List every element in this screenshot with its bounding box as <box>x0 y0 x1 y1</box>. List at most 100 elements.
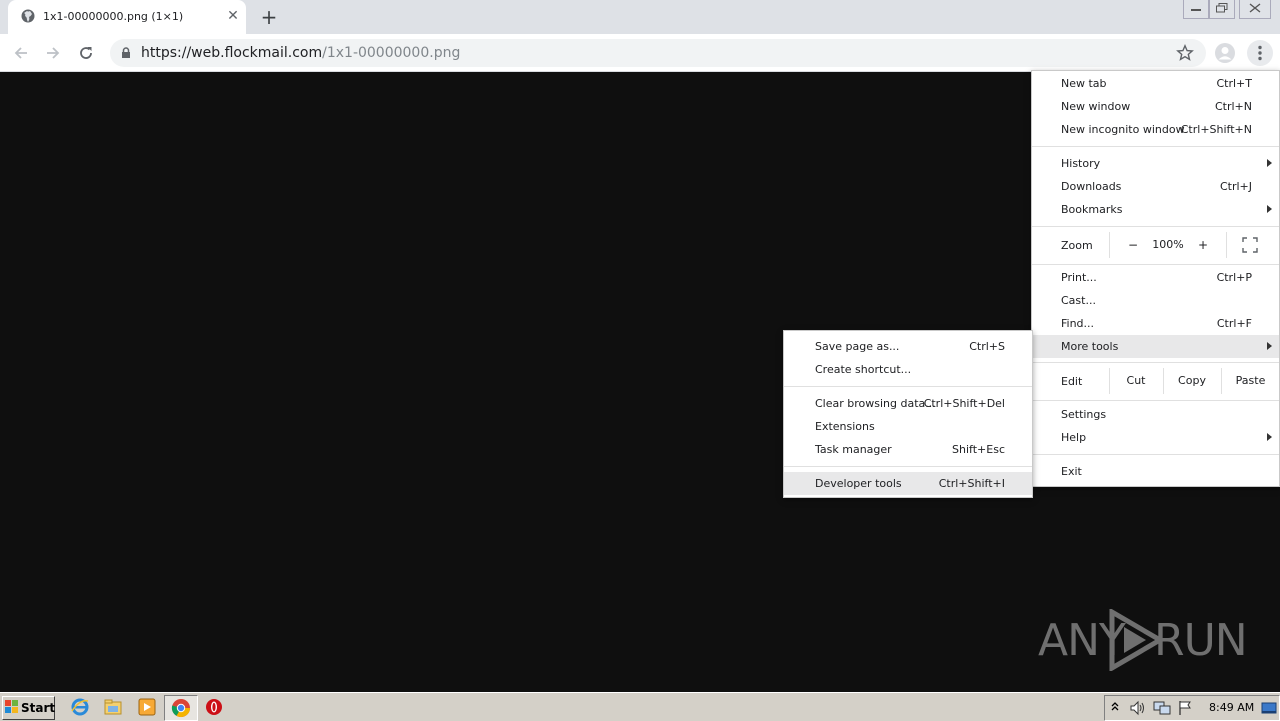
submenu-item-label: Clear browsing data... <box>815 397 936 410</box>
address-bar[interactable]: https://web.flockmail.com/1x1-00000000.p… <box>110 39 1206 67</box>
zoom-label: Zoom <box>1061 239 1093 252</box>
profile-avatar-icon[interactable] <box>1214 42 1236 64</box>
menu-separator <box>1032 400 1279 401</box>
menu-item-label: Settings <box>1061 408 1107 421</box>
menu-item-new-window[interactable]: New window Ctrl+N <box>1032 95 1279 118</box>
menu-item-label: New window <box>1061 100 1131 113</box>
menu-item-label: Downloads <box>1061 180 1122 193</box>
menu-item-new-incognito-window[interactable]: New incognito window Ctrl+Shift+N <box>1032 118 1279 141</box>
internet-explorer-icon[interactable] <box>70 697 90 717</box>
menu-item-shortcut: Ctrl+N <box>1214 100 1252 113</box>
submenu-item-label: Save page as... <box>815 340 900 353</box>
action-center-flag-icon[interactable] <box>1177 700 1193 716</box>
submenu-item-shortcut: Ctrl+Shift+I <box>938 477 1005 490</box>
menu-item-shortcut: Ctrl+F <box>1216 317 1252 330</box>
menu-item-help[interactable]: Help <box>1032 426 1279 449</box>
system-tray: 8:49 AM <box>1104 695 1280 721</box>
submenu-item-shortcut: Shift+Esc <box>952 443 1005 456</box>
menu-item-more-tools[interactable]: More tools <box>1032 335 1279 358</box>
menu-separator <box>1032 146 1279 147</box>
submenu-item-label: Task manager <box>815 443 892 456</box>
zoom-divider <box>1226 232 1227 258</box>
zoom-level: 100% <box>1152 238 1184 251</box>
network-icon[interactable] <box>1153 700 1171 716</box>
show-desktop-icon[interactable] <box>1261 700 1277 716</box>
zoom-divider <box>1109 232 1110 258</box>
file-explorer-icon[interactable] <box>103 697 123 717</box>
menu-separator <box>1032 362 1279 363</box>
reload-icon[interactable] <box>75 42 97 64</box>
menu-item-shortcut: Ctrl+T <box>1216 77 1252 90</box>
close-icon <box>1249 3 1261 13</box>
chrome-icon <box>171 699 190 718</box>
submenu-item-developer-tools[interactable]: Developer tools Ctrl+Shift+I <box>784 472 1032 495</box>
zoom-in-button[interactable]: + <box>1195 236 1211 254</box>
menu-item-cast[interactable]: Cast... <box>1032 289 1279 312</box>
paste-button[interactable]: Paste <box>1222 368 1279 394</box>
opera-icon[interactable] <box>204 697 224 717</box>
menu-item-shortcut: Ctrl+P <box>1216 271 1252 284</box>
menu-item-label: New tab <box>1061 77 1107 90</box>
taskbar-clock[interactable]: 8:49 AM <box>1209 701 1254 714</box>
restore-button[interactable] <box>1209 0 1235 19</box>
submenu-item-task-manager[interactable]: Task manager Shift+Esc <box>784 438 1032 461</box>
menu-item-bookmarks[interactable]: Bookmarks <box>1032 198 1279 221</box>
more-tools-submenu: Save page as... Ctrl+S Create shortcut..… <box>783 330 1033 498</box>
menu-item-label: Cast... <box>1061 294 1096 307</box>
media-player-icon[interactable] <box>137 697 157 717</box>
submenu-arrow-icon <box>1267 159 1272 167</box>
menu-item-label: Print... <box>1061 271 1097 284</box>
windows-taskbar: Start 8:49 AM <box>0 692 1280 721</box>
cut-button[interactable]: Cut <box>1110 368 1162 394</box>
start-button[interactable]: Start <box>2 696 55 720</box>
chrome-taskbar-button[interactable] <box>164 695 198 721</box>
submenu-item-save-page-as[interactable]: Save page as... Ctrl+S <box>784 335 1032 358</box>
close-tab-icon[interactable]: ✕ <box>225 8 241 24</box>
menu-item-label: History <box>1061 157 1101 170</box>
menu-item-label: More tools <box>1061 340 1119 353</box>
submenu-item-shortcut: Ctrl+S <box>969 340 1005 353</box>
close-window-button[interactable] <box>1239 0 1271 19</box>
chrome-main-menu: New tab Ctrl+T New window Ctrl+N New inc… <box>1031 70 1280 487</box>
bookmark-star-icon[interactable] <box>1176 44 1194 62</box>
submenu-item-extensions[interactable]: Extensions <box>784 415 1032 438</box>
browser-tab[interactable]: 1x1-00000000.png (1×1) ✕ <box>8 0 246 34</box>
menu-item-find[interactable]: Find... Ctrl+F <box>1032 312 1279 335</box>
globe-icon <box>21 9 35 23</box>
volume-icon[interactable] <box>1129 700 1147 716</box>
menu-item-settings[interactable]: Settings <box>1032 403 1279 426</box>
menu-item-new-tab[interactable]: New tab Ctrl+T <box>1032 72 1279 95</box>
menu-item-label: Bookmarks <box>1061 203 1123 216</box>
menu-separator <box>1032 226 1279 227</box>
kebab-menu-icon <box>1258 45 1262 61</box>
restore-icon <box>1216 3 1228 13</box>
url-text: https://web.flockmail.com/1x1-00000000.p… <box>141 45 460 61</box>
menu-item-print[interactable]: Print... Ctrl+P <box>1032 266 1279 289</box>
tab-strip: 1x1-00000000.png (1×1) ✕ + <box>0 0 1280 34</box>
submenu-item-shortcut: Ctrl+Shift+Del <box>923 397 1005 410</box>
submenu-arrow-icon <box>1267 205 1272 213</box>
chrome-menu-button[interactable] <box>1247 40 1273 66</box>
minimize-button[interactable] <box>1183 0 1209 19</box>
menu-item-history[interactable]: History <box>1032 152 1279 175</box>
forward-arrow-icon[interactable] <box>42 42 64 64</box>
submenu-arrow-icon <box>1267 433 1272 441</box>
submenu-item-clear-browsing-data[interactable]: Clear browsing data... Ctrl+Shift+Del <box>784 392 1032 415</box>
submenu-item-label: Create shortcut... <box>815 363 912 376</box>
menu-item-shortcut: Ctrl+J <box>1219 180 1252 193</box>
url-host: https://web.flockmail.com <box>141 45 323 61</box>
show-hidden-icons-icon[interactable] <box>1110 700 1120 714</box>
new-tab-button[interactable]: + <box>258 6 280 28</box>
menu-item-label: Help <box>1061 431 1087 444</box>
menu-item-downloads[interactable]: Downloads Ctrl+J <box>1032 175 1279 198</box>
start-label: Start <box>21 701 56 715</box>
fullscreen-icon[interactable] <box>1242 237 1258 253</box>
url-path: /1x1-00000000.png <box>322 45 461 61</box>
anyrun-watermark: ANY RUN <box>1038 605 1248 675</box>
menu-separator <box>1032 264 1279 265</box>
menu-item-exit[interactable]: Exit <box>1032 460 1279 483</box>
zoom-out-button[interactable]: − <box>1125 236 1141 254</box>
back-arrow-icon[interactable] <box>10 42 32 64</box>
submenu-item-create-shortcut[interactable]: Create shortcut... <box>784 358 1032 381</box>
copy-button[interactable]: Copy <box>1164 368 1220 394</box>
